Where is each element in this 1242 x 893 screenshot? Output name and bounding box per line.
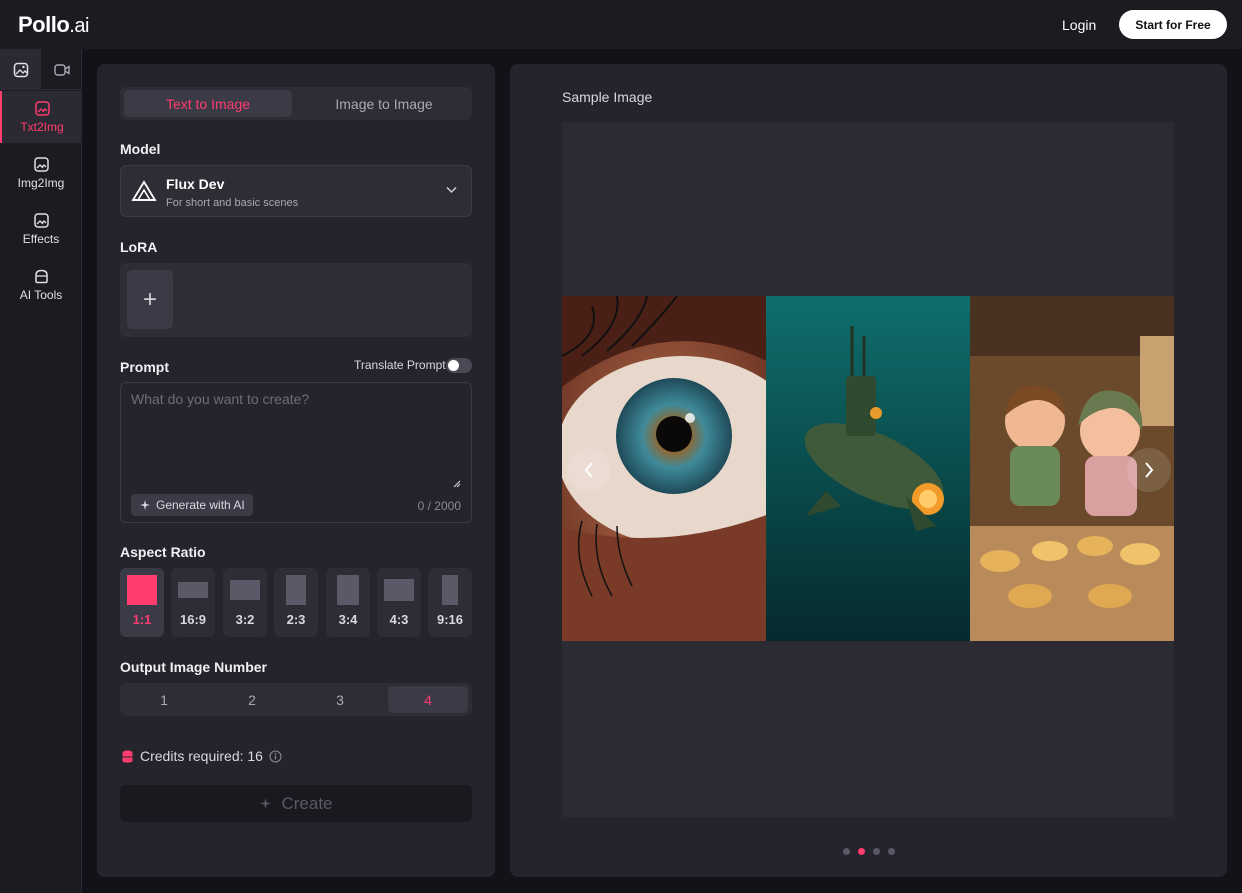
mode-segmented-control: Text to Image Image to Image [120,87,472,120]
add-lora-button[interactable]: + [127,270,173,329]
rail-mode-tabs [0,49,82,90]
start-for-free-button[interactable]: Start for Free [1119,10,1227,39]
carousel-dot-1[interactable] [843,848,850,855]
rail-label: Img2Img [17,175,65,190]
rail-label: Effects [22,231,60,246]
model-description: For short and basic scenes [166,197,299,209]
rail-item-effects[interactable]: Effects [0,203,82,255]
model-select[interactable]: Flux Dev For short and basic scenes [120,165,472,217]
video-mode-tab[interactable] [41,49,82,90]
create-button[interactable]: Create [120,785,472,822]
txt2img-icon [34,100,50,116]
translate-prompt-toggle[interactable] [446,358,472,373]
output-number-2[interactable]: 2 [212,686,292,713]
sample-image-submarine [766,296,970,641]
ratio-4-3[interactable]: 4:3 [377,568,421,637]
sample-panel: Sample Image [510,64,1227,877]
pollo-logo[interactable]: Pollo.ai [18,12,89,38]
ratio-2-3[interactable]: 2:3 [274,568,318,637]
aspect-ratio-options: 1:1 16:9 3:2 2:3 3:4 4:3 9:16 [120,568,472,637]
rail-item-ai-tools[interactable]: AI Tools [0,259,82,311]
rail-item-txt2img[interactable]: Txt2Img [0,91,82,143]
output-number-4[interactable]: 4 [388,686,468,713]
credits-info: Credits required: 16 [122,748,282,764]
carousel-dot-2[interactable] [858,848,865,855]
chevron-left-icon [584,462,593,478]
sample-image-title: Sample Image [562,89,653,105]
settings-panel: Text to Image Image to Image Model Flux … [97,64,495,877]
model-name: Flux Dev [166,176,225,192]
output-number-label: Output Image Number [120,659,268,675]
ai-tools-icon [34,269,48,283]
aspect-ratio-label: Aspect Ratio [120,544,206,560]
img2img-icon [33,156,49,172]
generate-with-ai-label: Generate with AI [156,498,245,512]
output-number-3[interactable]: 3 [300,686,380,713]
carousel-next-button[interactable] [1127,448,1171,492]
left-rail: Txt2Img Img2Img Effects AI Tools [0,49,82,893]
ratio-3-4[interactable]: 3:4 [326,568,370,637]
prompt-input[interactable] [131,391,461,481]
top-header: Pollo.ai Login Start for Free [0,0,1242,49]
carousel-dot-4[interactable] [888,848,895,855]
ratio-16-9[interactable]: 16:9 [171,568,215,637]
lora-area: + [120,263,472,337]
flux-logo-icon [131,180,157,201]
sample-image-strip [562,296,1174,641]
login-link[interactable]: Login [1062,17,1096,33]
chevron-right-icon [1145,462,1154,478]
tab-image-to-image[interactable]: Image to Image [300,90,468,117]
lora-label: LoRA [120,239,158,255]
sparkle-icon [260,798,272,809]
prompt-label: Prompt [120,359,169,375]
tab-text-to-image[interactable]: Text to Image [124,90,292,117]
model-label: Model [120,141,161,157]
sample-carousel [562,122,1174,817]
rail-label: AI Tools [19,287,63,302]
prompt-box: Generate with AI 0 / 2000 [120,382,472,523]
info-icon[interactable] [269,749,282,763]
output-number-1[interactable]: 1 [124,686,204,713]
carousel-pagination [843,848,895,855]
rail-item-img2img[interactable]: Img2Img [0,147,82,199]
image-mode-tab[interactable] [0,49,41,90]
generate-with-ai-button[interactable]: Generate with AI [131,494,253,516]
coins-icon [122,750,133,763]
ratio-1-1[interactable]: 1:1 [120,568,164,637]
video-icon [53,63,70,76]
prompt-char-counter: 0 / 2000 [417,499,461,513]
create-label: Create [281,793,333,813]
output-number-selector: 1 2 3 4 [120,683,472,716]
ratio-9-16[interactable]: 9:16 [428,568,472,637]
rail-label: Txt2Img [20,119,64,134]
ratio-3-2[interactable]: 3:2 [223,568,267,637]
carousel-dot-3[interactable] [873,848,880,855]
sparkle-icon [140,500,150,510]
image-icon [13,62,28,77]
credits-text: Credits required: 16 [140,748,263,764]
chevron-down-icon [446,186,457,194]
carousel-prev-button[interactable] [567,448,611,492]
effects-icon [33,212,49,228]
resize-handle-icon[interactable] [453,480,461,488]
translate-prompt-label: Translate Prompt [354,358,446,372]
